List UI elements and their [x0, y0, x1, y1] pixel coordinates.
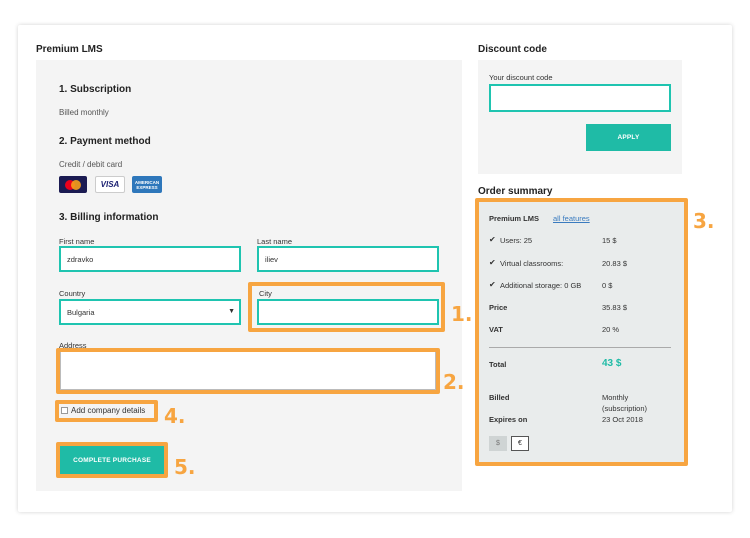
callout-order-summary — [475, 198, 688, 466]
callout-number: 4. — [164, 404, 186, 428]
discount-code-field[interactable] — [489, 84, 671, 112]
subscription-text: Billed monthly — [59, 108, 109, 117]
visa-icon: VISA — [95, 176, 125, 193]
country-label: Country — [59, 289, 86, 298]
payment-heading: 2. Payment method — [59, 136, 151, 147]
order-summary-title: Order summary — [478, 186, 553, 197]
last-name-label: Last name — [257, 237, 293, 246]
callout-number: 3. — [693, 209, 715, 233]
mastercard-icon — [59, 176, 87, 193]
callout-address — [56, 348, 440, 394]
country-value: Bulgaria — [67, 307, 95, 317]
apply-button[interactable]: APPLY — [586, 124, 671, 151]
amex-icon: AMERICAN EXPRESS — [132, 176, 162, 193]
discount-title: Discount code — [478, 44, 547, 55]
chevron-down-icon: ▼ — [228, 308, 235, 315]
first-name-field[interactable]: zdravko — [59, 246, 241, 272]
callout-complete-purchase — [56, 442, 168, 478]
callout-city — [248, 282, 445, 332]
checkout-form-panel — [36, 60, 462, 491]
checkout-page: Premium LMS 1. Subscription Billed month… — [0, 0, 750, 538]
payment-text: Credit / debit card — [59, 160, 123, 169]
country-select[interactable]: Bulgaria ▼ — [59, 299, 241, 325]
callout-number: 5. — [174, 455, 196, 479]
callout-number: 1. — [451, 302, 473, 326]
subscription-heading: 1. Subscription — [59, 84, 132, 95]
first-name-label: First name — [59, 237, 95, 246]
callout-company-details — [55, 400, 158, 422]
discount-field-label: Your discount code — [489, 73, 553, 82]
billing-heading: 3. Billing information — [59, 212, 159, 223]
callout-number: 2. — [443, 370, 465, 394]
last-name-field[interactable]: iliev — [257, 246, 439, 272]
page-title: Premium LMS — [36, 44, 103, 55]
